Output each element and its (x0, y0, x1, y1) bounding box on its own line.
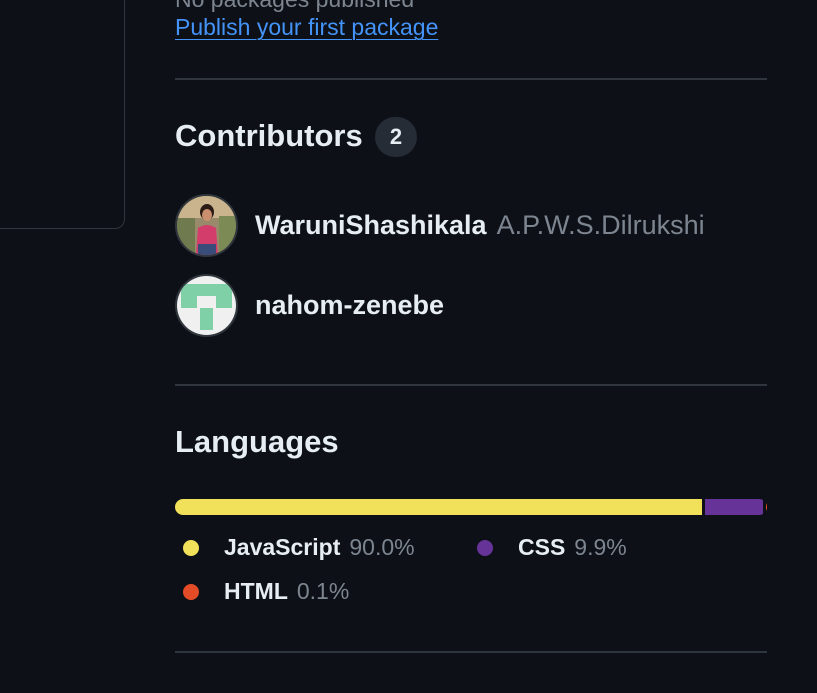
about-panel-border (0, 0, 125, 229)
identicon-avatar-icon (177, 275, 236, 335)
contributors-count-badge: 2 (375, 117, 417, 157)
language-name: HTML (224, 578, 288, 604)
divider (175, 78, 767, 80)
language-segment-javascript[interactable] (175, 499, 703, 515)
photo-avatar-icon (177, 195, 236, 255)
language-color-dot (183, 539, 199, 556)
contributor-row[interactable]: nahom-zenebe (175, 272, 444, 338)
language-name: JavaScript (224, 534, 341, 560)
publish-package-link[interactable]: Publish your first package (175, 14, 438, 41)
contributor-login[interactable]: WaruniShashikala (255, 210, 487, 241)
language-color-dot (183, 583, 199, 600)
language-percent: 90.0% (349, 534, 415, 560)
language-percent: 0.1% (296, 578, 350, 604)
language-segment-css[interactable] (705, 499, 764, 515)
contributor-login[interactable]: nahom-zenebe (255, 290, 444, 321)
contributor-row[interactable]: WaruniShashikala A.P.W.S.Dilrukshi (175, 192, 705, 258)
contributors-heading[interactable]: Contributors (175, 118, 363, 154)
divider (175, 651, 767, 653)
language-item-html[interactable]: HTML 0.1% (183, 578, 349, 605)
languages-heading: Languages (175, 424, 339, 459)
language-progress-bar (175, 499, 767, 515)
language-segment-html[interactable] (766, 499, 767, 515)
contributor-avatar[interactable] (175, 273, 238, 337)
language-item-javascript[interactable]: JavaScript 90.0% (183, 534, 415, 561)
repo-sidebar: No packages published Publish your first… (0, 0, 817, 693)
contributor-full-name[interactable]: A.P.W.S.Dilrukshi (497, 210, 705, 241)
no-packages-text: No packages published (175, 0, 414, 13)
contributor-avatar[interactable] (175, 193, 238, 257)
language-percent: 9.9% (574, 534, 627, 560)
language-color-dot (477, 539, 493, 556)
language-item-css[interactable]: CSS 9.9% (477, 534, 627, 561)
language-name: CSS (518, 534, 566, 560)
divider (175, 384, 767, 386)
